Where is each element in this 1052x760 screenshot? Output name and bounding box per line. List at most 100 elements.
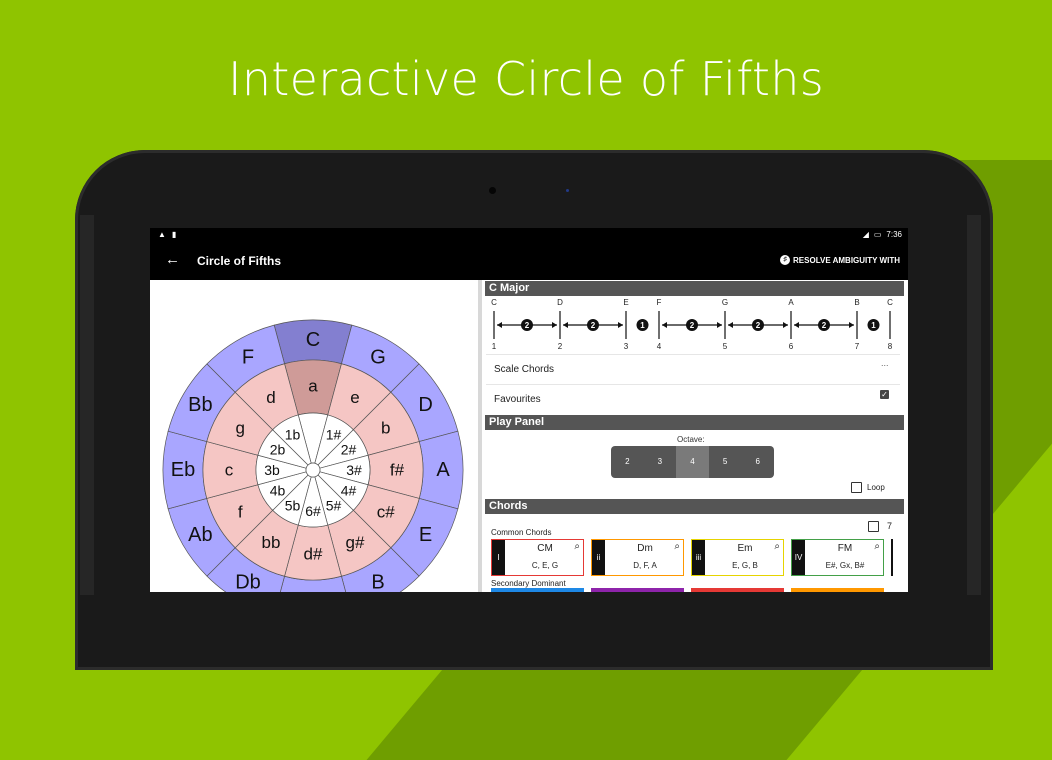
scale-degree-label: 4 (656, 342, 662, 351)
key-signature-segment-label: 2# (341, 442, 357, 458)
scale-degree-label: 6 (788, 342, 794, 351)
major-key-segment-label: E (419, 524, 432, 546)
octave-option[interactable]: 3 (644, 446, 677, 478)
sd-card-icon: ▮ (171, 230, 177, 239)
chord-notes: C, E, G (531, 561, 559, 570)
scale-note-label: C (491, 298, 497, 307)
scale-degree-label: 2 (557, 342, 563, 351)
chord-count-checkbox[interactable] (868, 521, 879, 532)
key-signature-segment-label: 1# (326, 426, 342, 442)
status-bar: ▲ ▮ ◢ ▭ 7:36 (150, 228, 908, 242)
play-panel-heading: Play Panel (485, 415, 904, 430)
scale-heading: C Major (485, 281, 904, 296)
divider-line (486, 384, 900, 385)
octave-option[interactable]: 2 (611, 446, 644, 478)
scale-note-label: E (623, 298, 629, 307)
loop-checkbox[interactable] (851, 482, 862, 493)
major-key-segment-label: G (370, 346, 386, 368)
sensor (566, 189, 569, 192)
key-signature-segment-label: 5b (285, 498, 301, 514)
secondary-chord-card[interactable] (691, 588, 784, 592)
scale-note-label: F (656, 298, 662, 307)
chord-card[interactable]: ii Dm D, F, A ⌕ (591, 539, 684, 576)
search-icon[interactable]: ⌕ (874, 541, 880, 552)
scale-degree-label: 3 (623, 342, 629, 351)
speaker-right (967, 215, 981, 595)
scale-chords-row[interactable]: Scale Chords (494, 364, 554, 375)
chord-notes: E#, Gx, B# (825, 561, 865, 570)
common-chords-label: Common Chords (491, 528, 552, 537)
arrow-head (552, 322, 557, 328)
speaker-left (80, 215, 94, 595)
chord-card[interactable]: I CM C, E, G ⌕ (491, 539, 584, 576)
octave-selector: 23456 (611, 446, 774, 478)
chord-card[interactable]: iii Em E, G, B ⌕ (691, 539, 784, 576)
scale-note-label: G (721, 298, 729, 307)
minor-key-segment-label: a (308, 377, 318, 396)
scale-interval-diagram: 2 2 1 2 2 2 1 (493, 311, 891, 339)
octave-label: Octave: (677, 435, 705, 444)
status-time: 7:36 (886, 230, 902, 239)
major-key-segment-label: B (371, 572, 384, 592)
octave-option[interactable]: 6 (741, 446, 774, 478)
interval-value: 2 (591, 321, 596, 330)
interval-value: 2 (756, 321, 761, 330)
camera (489, 187, 496, 194)
minor-key-segment-label: f# (390, 461, 405, 480)
search-icon[interactable]: ⌕ (574, 541, 580, 552)
major-key-segment-label: C (306, 329, 320, 351)
chord-numeral: IV (792, 540, 805, 575)
arrow-head (618, 322, 623, 328)
key-signature-segment-label: 3b (264, 462, 280, 478)
minor-key-segment-label: b (381, 419, 390, 438)
favourites-checkbox[interactable]: ✓ (880, 390, 889, 399)
scale-degree-label: 8 (887, 342, 893, 351)
secondary-chord-card[interactable] (791, 588, 884, 592)
octave-option[interactable]: 4 (676, 446, 709, 478)
tablet-screen: ▲ ▮ ◢ ▭ 7:36 ← Circle of Fifths ♯ RESOLV… (150, 228, 908, 592)
more-icon[interactable]: ... (881, 358, 889, 368)
major-key-segment-label: Db (235, 572, 261, 592)
secondary-chord-card[interactable] (491, 588, 584, 592)
interval-value: 1 (871, 321, 876, 330)
major-key-segment-label: A (436, 459, 450, 481)
octave-option[interactable]: 5 (709, 446, 742, 478)
sharp-flat-icon: ♯ (780, 255, 791, 265)
arrow-head (497, 322, 502, 328)
interval-value: 2 (690, 321, 695, 330)
promo-headline: Interactive Circle of Fifths (227, 52, 824, 106)
back-arrow-icon[interactable]: ← (165, 251, 180, 268)
signal-icon: ◢ (862, 230, 869, 239)
minor-key-segment-label: e (350, 388, 359, 407)
scale-degree-label: 7 (854, 342, 860, 351)
arrow-head (783, 322, 788, 328)
circle-of-fifths[interactable]: CGDAEBF#DbAbEbBbFaebf#c#g#d#bbfcgd1#2#3#… (150, 280, 478, 592)
scale-note-label: C (887, 298, 893, 307)
minor-key-segment-label: c# (377, 503, 396, 522)
resolve-ambiguity-button[interactable]: ♯ RESOLVE AMBIGUITY WITH (780, 255, 900, 265)
key-signature-segment-label: 4# (341, 483, 357, 499)
arrow-head (794, 322, 799, 328)
chord-count: 7 (887, 521, 893, 531)
major-key-segment-label: Eb (171, 459, 195, 481)
circle-pane: CGDAEBF#DbAbEbBbFaebf#c#g#d#bbfcgd1#2#3#… (150, 280, 478, 592)
search-icon[interactable]: ⌕ (774, 541, 780, 552)
interval-value: 2 (525, 321, 530, 330)
chord-numeral: iii (692, 540, 705, 575)
search-icon[interactable]: ⌕ (674, 541, 680, 552)
interval-value: 1 (640, 321, 645, 330)
minor-key-segment-label: g (236, 419, 245, 438)
chord-card[interactable]: IV FM E#, Gx, B# ⌕ (791, 539, 884, 576)
scale-note-labels: CDEFGABC (482, 298, 908, 308)
circle-center (305, 462, 321, 478)
favourites-row[interactable]: Favourites (494, 394, 541, 405)
chords-heading: Chords (485, 499, 904, 514)
key-signature-segment-label: 6# (305, 503, 321, 519)
warning-icon: ▲ (158, 230, 166, 239)
secondary-dominant-label: Secondary Dominant (491, 579, 566, 588)
scale-degree-labels: 1 2 3 4 5 6 7 8 (482, 342, 908, 352)
loop-label: Loop (867, 483, 885, 492)
secondary-chord-card[interactable] (591, 588, 684, 592)
major-key-segment-label: D (418, 394, 432, 416)
app-bar: ← Circle of Fifths ♯ RESOLVE AMBIGUITY W… (150, 242, 908, 280)
